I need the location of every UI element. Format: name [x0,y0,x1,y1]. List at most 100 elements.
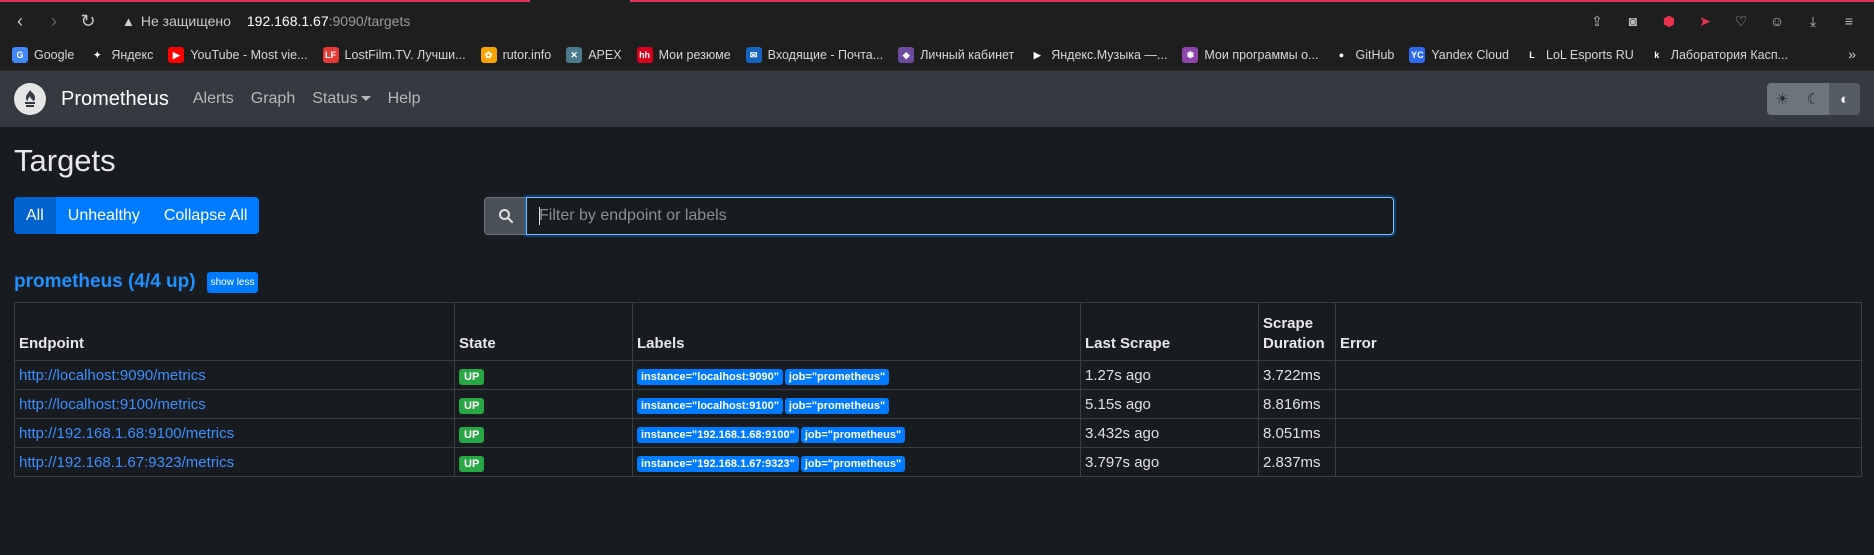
state-badge: UP [459,368,485,385]
endpoint-link[interactable]: http://192.168.1.68:9100/metrics [19,425,234,442]
share-icon[interactable]: ⇪ [1586,10,1608,32]
pool-title-link[interactable]: prometheus (4/4 up) [14,271,196,293]
bookmark-label: rutor.info [502,48,552,62]
bookmark-label: Личный кабинет [920,48,1015,62]
bookmark-item[interactable]: ✦ Яндекс [89,47,153,63]
state-cell: UP [454,389,633,419]
error-cell [1335,447,1862,477]
last-scrape-cell: 3.432s ago [1080,418,1259,448]
bookmark-item[interactable]: ▶ Яндекс.Музыка —... [1029,47,1167,63]
bookmark-favicon-icon: hh [636,47,653,63]
tab-accent-gap [530,0,630,2]
endpoint-link[interactable]: http://localhost:9090/metrics [19,367,206,384]
bookmark-label: Яндекс.Музыка —... [1051,48,1168,62]
bookmark-item[interactable]: ✿ rutor.info [480,47,552,63]
filter-all-button[interactable]: All [14,197,56,234]
nav-help[interactable]: Help [388,90,421,108]
profile-icon[interactable]: ☺ [1766,10,1788,32]
filter-button-group: All Unhealthy Collapse All [14,197,260,234]
table-row: http://192.168.1.67:9323/metrics UP instan… [14,447,1862,477]
table-header-row: Endpoint State Labels Last Scrape Scrape… [14,302,1862,361]
forward-icon[interactable]: › [40,7,68,35]
bookmarks-bar: G Google ✦ Яндекс ▶ YouTube - Most vie... LF Lo… [0,40,1874,71]
moon-icon[interactable]: ☾ [1798,83,1829,115]
nav-alerts[interactable]: Alerts [193,90,234,108]
url-path: :9090/targets [328,13,411,29]
header-scrape-duration: Scrape Duration [1258,302,1336,361]
bookmark-label: LostFilm.TV. Лучши... [344,48,466,62]
bookmark-favicon-icon: LF [322,47,339,63]
collapse-all-button[interactable]: Collapse All [151,197,260,234]
bookmark-favicon-icon: ▶ [1029,47,1046,63]
bookmark-item[interactable]: L LoL Esports RU [1524,47,1634,63]
bookmark-item[interactable]: G Google [12,47,74,63]
state-badge: UP [459,455,485,472]
bookmark-favicon-icon: ✦ [89,47,106,63]
last-scrape-cell: 5.15s ago [1080,389,1259,419]
prometheus-logo-icon[interactable] [14,83,46,115]
labels-cell: instance="192.168.1.68:9100" job="prometh… [632,418,1081,448]
targets-table: Endpoint State Labels Last Scrape Scrape… [14,302,1862,477]
back-icon[interactable]: ‹ [6,7,34,35]
state-badge: UP [459,397,485,414]
show-less-button[interactable]: show less [206,271,259,293]
search-icon [484,197,526,235]
bookmark-label: Yandex Cloud [1431,48,1509,62]
state-cell: UP [454,418,633,448]
send-icon[interactable]: ➤ [1694,10,1716,32]
endpoint-cell: http://192.168.1.68:9100/metrics [14,418,455,448]
nav-graph[interactable]: Graph [251,90,295,108]
reload-icon[interactable]: ↻ [74,7,102,35]
menu-icon[interactable]: ≡ [1838,10,1860,32]
bookmark-item[interactable]: ✉ Входящие - Почта... [745,47,884,63]
bookmark-item[interactable]: hh Мои резюме [636,47,731,63]
bookmarks-more-icon[interactable]: » [1848,46,1856,62]
bookmark-favicon-icon: ◆ [898,47,915,63]
endpoint-link[interactable]: http://localhost:9100/metrics [19,396,206,413]
bookmark-label: Входящие - Почта... [767,48,884,62]
search-input[interactable] [526,197,1394,235]
error-cell [1335,389,1862,419]
bookmark-item[interactable]: ◆ Личный кабинет [898,47,1014,63]
bookmark-favicon-icon: ✕ [566,47,583,63]
bookmark-item[interactable]: YC Yandex Cloud [1409,47,1509,63]
nav-status[interactable]: Status [312,90,371,108]
bookmark-favicon-icon: ● [1333,47,1350,63]
bookmark-favicon-icon: L [1524,47,1540,63]
label-badge: instance="localhost:9100" [637,397,783,414]
contrast-icon[interactable]: ◐ [1829,83,1860,115]
duration-cell: 8.051ms [1258,418,1336,448]
camera-icon[interactable]: ◙ [1622,10,1644,32]
state-badge: UP [459,426,485,443]
brand-title[interactable]: Prometheus [61,88,169,111]
bookmark-item[interactable]: LF LostFilm.TV. Лучши... [322,47,466,63]
bookmark-item[interactable]: k Лаборатория Касп... [1648,47,1788,63]
text-cursor [539,207,540,225]
download-icon[interactable]: ⤓ [1802,10,1824,32]
pocket-icon[interactable]: ⬢ [1658,10,1680,32]
prometheus-navbar: Prometheus Alerts Graph Status Help ☀ ☾ … [0,71,1874,127]
filter-unhealthy-button[interactable]: Unhealthy [55,197,152,234]
bookmark-item[interactable]: ● GitHub [1333,47,1394,63]
endpoint-link[interactable]: http://192.168.1.67:9323/metrics [19,454,234,471]
heart-icon[interactable]: ♡ [1730,10,1752,32]
error-cell [1335,418,1862,448]
duration-cell: 2.837ms [1258,447,1336,477]
bookmark-favicon-icon: ▶ [168,47,185,63]
duration-cell: 3.722ms [1258,360,1336,390]
bookmark-item[interactable]: ✕ APEX [566,47,622,63]
error-cell [1335,360,1862,390]
endpoint-cell: http://192.168.1.67:9323/metrics [14,447,455,477]
sun-icon[interactable]: ☀ [1767,83,1798,115]
theme-toggle: ☀ ☾ ◐ [1767,83,1860,115]
address-bar[interactable]: ▲ Не защищено 192.168.1.67:9090/targets [122,13,410,29]
duration-cell: 8.816ms [1258,389,1336,419]
header-endpoint: Endpoint [14,302,455,361]
header-labels: Labels [632,302,1081,361]
bookmark-item[interactable]: ▶ YouTube - Most vie... [168,47,308,63]
bookmark-favicon-icon: G [12,47,28,63]
targets-toolbar: All Unhealthy Collapse All [14,197,1860,245]
bookmark-item[interactable]: ✽ Мои программы о... [1182,47,1318,63]
bookmark-label: APEX [588,48,622,62]
bookmark-favicon-icon: k [1648,47,1665,63]
